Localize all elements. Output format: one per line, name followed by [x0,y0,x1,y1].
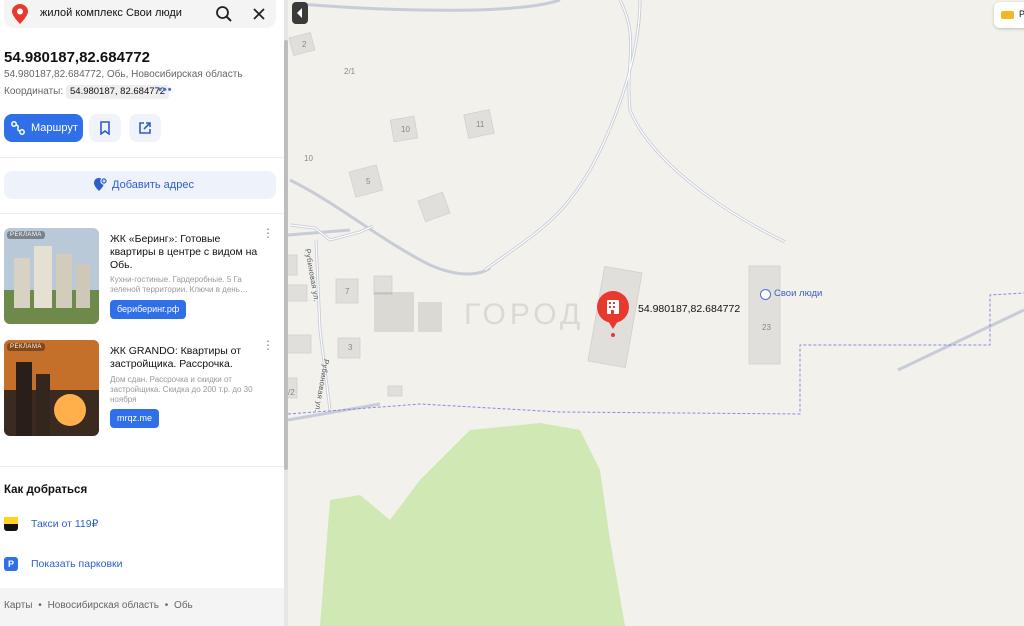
search-icon [216,6,232,22]
house-number: 2 [302,40,307,49]
poi-icon [760,289,771,300]
house-number: 5 [366,177,371,186]
ad-tag: РЕКЛАМА [7,231,45,239]
breadcrumb-separator: • [164,600,169,611]
parking-icon: P [4,557,18,571]
ad-tag: РЕКЛАМА [7,343,45,351]
search-bar[interactable]: жилой комплекс Свои люди [4,0,276,28]
poi-label: Свои люди [774,288,823,299]
divider [0,213,284,214]
share-button[interactable] [129,114,161,142]
breadcrumb-item[interactable]: Новосибирская область [48,600,159,611]
ad-link-button[interactable]: бериберинг.рф [110,300,187,319]
coords-value[interactable]: 54.980187, 82.684772 [66,85,170,99]
house-number: 23 [762,323,771,332]
clear-search-button[interactable] [249,4,269,24]
ad-more-icon[interactable]: ⋮ [262,227,274,239]
ad-image: РЕКЛАМА [4,340,99,436]
taxi-icon [4,517,18,531]
parking-toggle-button[interactable]: Р [994,2,1024,28]
building [286,284,308,302]
search-button[interactable] [214,4,234,24]
ad-description: Дом сдан. Рассрочка и скидки от застройщ… [110,375,253,404]
divider [0,157,284,158]
route-icon [11,121,25,135]
sidebar-panel: жилой комплекс Свои люди 54.980187,82.68… [0,0,284,626]
bookmark-icon [100,121,110,135]
ad-image: РЕКЛАМА [4,228,99,324]
taxi-label: Такси от 119₽ [31,518,99,530]
ad-card[interactable]: РЕКЛАМА ЖК GRANDO: Квартиры от застройщи… [4,339,276,438]
house-number: 11 [476,120,485,129]
ad-description: Кухни-гостиные. Гардеробные. 5 Га зелено… [110,275,248,294]
divider [0,466,284,467]
ad-title: ЖК GRANDO: Квартиры от застройщика. Расс… [110,345,242,370]
route-button[interactable]: Маршрут [4,114,83,142]
building [286,334,312,354]
search-input[interactable]: жилой комплекс Свои люди [40,7,182,19]
collapse-panel-button[interactable] [292,2,308,24]
house-number: 10 [401,125,410,134]
building [387,385,403,397]
watermark: ГОРОД [374,292,644,332]
add-location-icon [94,177,108,191]
breadcrumb-item[interactable]: Карты [4,600,33,611]
share-icon [139,122,151,134]
breadcrumb: Карты • Новосибирская область • Обь [0,588,284,626]
scrollbar-thumb[interactable] [284,40,288,470]
coords-label: Координаты: [4,86,64,97]
parking-label: Показать парковки [31,558,123,570]
more-options-icon[interactable]: ••• [158,84,173,96]
add-address-button[interactable]: Добавить адрес [4,171,276,199]
building [748,265,781,365]
add-address-label: Добавить адрес [112,179,194,191]
chevron-left-icon [297,8,302,18]
ticket-icon [1001,11,1014,19]
house-number: 3 [348,343,353,352]
map-pin-icon [12,4,28,24]
ad-more-icon[interactable]: ⋮ [262,339,274,351]
house-number: /2 [288,388,295,397]
place-title: 54.980187,82.684772 [4,49,150,66]
house-number: 7 [345,287,350,296]
watermark-text: ГОРОД [464,298,585,331]
breadcrumb-separator: • [38,600,42,611]
house-number: 10 [304,154,313,163]
howto-heading: Как добраться [4,484,88,496]
bookmark-button[interactable] [89,114,121,142]
ad-link-button[interactable]: mrqz.me [110,409,160,428]
place-subtitle: 54.980187,82.684772, Обь, Новосибирская … [4,69,243,80]
building [286,254,298,276]
ad-card[interactable]: РЕКЛАМА ЖК «Беринг»: Готовые квартиры в … [4,227,276,326]
breadcrumb-item[interactable]: Обь [174,600,193,611]
parking-label: Р [1019,9,1024,19]
route-button-label: Маршрут [31,122,78,134]
pin-label: 54.980187,82.684772 [638,303,741,315]
house-number: 2/1 [344,67,356,76]
ad-title: ЖК «Беринг»: Готовые квартиры в центре с… [110,233,258,271]
close-icon [253,8,265,20]
